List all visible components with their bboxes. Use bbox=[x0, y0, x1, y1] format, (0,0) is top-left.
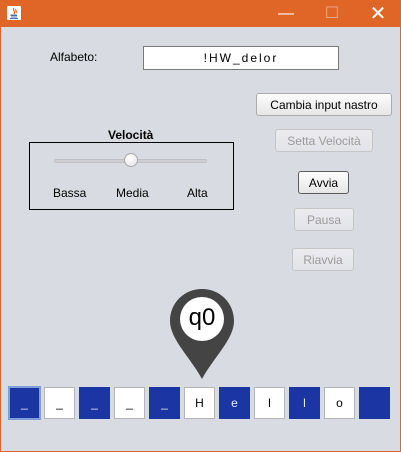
close-button[interactable]: ✕ bbox=[355, 0, 401, 27]
maximize-button[interactable]: ☐ bbox=[309, 0, 355, 27]
tape-cell: _ bbox=[149, 387, 180, 419]
tape-cell bbox=[359, 387, 390, 419]
tape: _ _ _ _ _ He l l o bbox=[8, 386, 391, 421]
speed-panel: Bassa Media Alta bbox=[29, 142, 234, 210]
tape-cell: l bbox=[254, 387, 285, 419]
tape-head-pin-icon bbox=[170, 289, 234, 379]
speed-low-label: Bassa bbox=[53, 186, 87, 200]
title-bar[interactable]: — ☐ ✕ bbox=[0, 0, 401, 27]
speed-high-label: Alta bbox=[187, 186, 208, 200]
tape-cell-active: _ bbox=[8, 386, 41, 420]
change-tape-input-button[interactable]: Cambia input nastro bbox=[256, 93, 392, 116]
minimize-button[interactable]: — bbox=[263, 0, 309, 27]
speed-slider-thumb[interactable] bbox=[123, 153, 138, 167]
tape-cell: H bbox=[184, 387, 215, 419]
set-speed-button[interactable]: Setta Velocità bbox=[275, 129, 373, 152]
tape-cell: e bbox=[219, 387, 250, 419]
current-state-label: q0 bbox=[188, 304, 216, 331]
tape-cell: _ bbox=[114, 387, 145, 419]
speed-medium-label: Media bbox=[116, 186, 149, 200]
tape-cell: _ bbox=[79, 387, 110, 419]
start-button[interactable]: Avvia bbox=[298, 171, 349, 194]
alphabet-field[interactable]: !HW_delor bbox=[143, 46, 339, 70]
alphabet-label: Alfabeto: bbox=[50, 50, 98, 64]
java-app-icon bbox=[7, 6, 21, 20]
restart-button[interactable]: Riavvia bbox=[292, 248, 354, 271]
tape-cell: _ bbox=[44, 387, 75, 419]
tape-cell: o bbox=[324, 387, 355, 419]
tape-cell: l bbox=[289, 387, 320, 419]
speed-title: Velocità bbox=[108, 128, 154, 142]
pause-button[interactable]: Pausa bbox=[294, 208, 354, 231]
